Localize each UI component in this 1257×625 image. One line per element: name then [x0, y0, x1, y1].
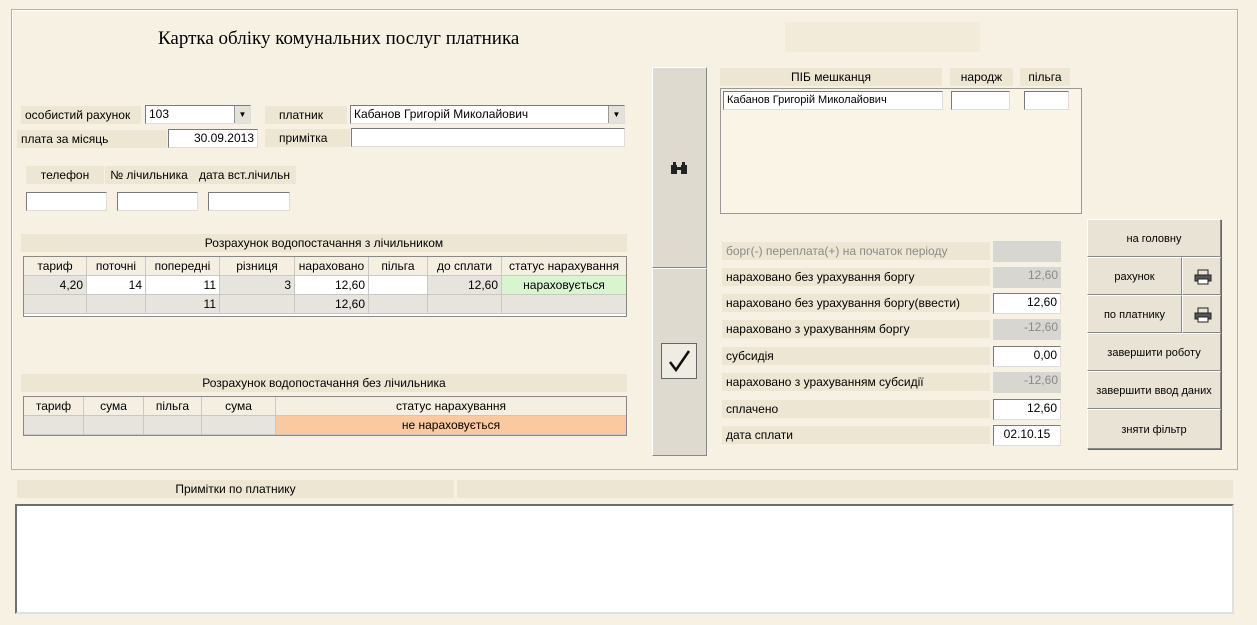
payer-notes-label: Примітки по платнику [17, 480, 454, 498]
charged-no-debt-input[interactable]: 12,60 [993, 293, 1061, 314]
cell-sum[interactable] [202, 416, 276, 435]
col-to-pay: до сплати [428, 257, 502, 276]
metered-table: тариф поточні попередні різниця нарахова… [23, 256, 627, 317]
col-tariff: тариф [24, 257, 87, 276]
total-charged: 12,60 [295, 295, 369, 314]
total-cell [369, 295, 428, 314]
total-cell [24, 295, 87, 314]
col-benefit: пільга [369, 257, 428, 276]
finish-input-button[interactable]: завершити ввод даних [1087, 371, 1221, 409]
cell-difference[interactable]: 3 [220, 276, 295, 295]
search-button[interactable] [652, 67, 707, 268]
cell-previous[interactable]: 11 [146, 276, 220, 295]
subsidy-field[interactable]: 0,00 [993, 346, 1061, 367]
col-benefit: пільга [144, 397, 202, 416]
month-label: плата за місяць [17, 130, 167, 148]
print-invoice-button[interactable] [1182, 257, 1221, 295]
home-button[interactable]: на головну [1087, 219, 1221, 257]
total-previous: 11 [146, 295, 220, 314]
col-status: статус нарахування [502, 257, 626, 276]
charged-no-debt-label: нараховано без урахування боргу [722, 268, 990, 286]
meter-number-label: № лічильника [105, 166, 193, 184]
pay-date-field[interactable]: 02.10.15 [993, 425, 1061, 446]
cell-sum[interactable] [84, 416, 144, 435]
meter-number-field[interactable] [117, 192, 198, 211]
payer-value: Кабанов Григорій Миколайович [354, 107, 529, 121]
cell-benefit[interactable] [144, 416, 202, 435]
paid-field[interactable]: 12,60 [993, 399, 1061, 420]
binoculars-icon [670, 161, 688, 178]
col-status: статус нарахування [276, 397, 626, 416]
account-combo[interactable]: 103 ▼ [145, 105, 251, 124]
page-title: Картка обліку комунальних послуг платник… [158, 28, 520, 49]
install-date-field[interactable] [208, 192, 290, 211]
payer-notes-textarea[interactable] [15, 504, 1234, 614]
charged-no-debt-input-label: нараховано без урахування боргу(ввести) [722, 294, 990, 312]
col-difference: різниця [220, 257, 295, 276]
month-field[interactable]: 30.09.2013 [168, 129, 258, 148]
charged-with-subsidy-field: -12,60 [993, 372, 1061, 393]
pay-date-label: дата сплати [722, 426, 990, 444]
phone-field[interactable] [26, 192, 107, 211]
total-cell [428, 295, 502, 314]
resident-name[interactable]: Кабанов Григорій Миколайович [723, 91, 943, 110]
invoice-button[interactable]: рахунок [1087, 257, 1182, 295]
printer-icon [1194, 269, 1212, 288]
resident-benefit[interactable] [1024, 91, 1069, 110]
col-previous: попередні [146, 257, 220, 276]
note-field[interactable] [351, 128, 625, 147]
cell-benefit[interactable] [369, 276, 428, 295]
resident-birth-header: народж [950, 68, 1013, 86]
by-payer-button[interactable]: по платнику [1087, 295, 1182, 333]
faded-header-area [785, 22, 980, 52]
cell-tariff[interactable] [24, 416, 84, 435]
note-label: примітка [265, 129, 350, 147]
cell-charged[interactable]: 12,60 [295, 276, 369, 295]
chevron-down-icon[interactable]: ▼ [608, 106, 624, 123]
resident-birth[interactable] [951, 91, 1010, 110]
unmetered-table: тариф сума пільга сума статус нарахуванн… [23, 396, 627, 436]
account-value: 103 [149, 107, 170, 121]
account-label: особистий рахунок [21, 106, 141, 124]
charged-with-debt-label: нараховано з урахуванням боргу [722, 320, 990, 338]
cell-to-pay[interactable]: 12,60 [428, 276, 502, 295]
col-current: поточні [87, 257, 146, 276]
install-date-label: дата вст.лічильн [193, 166, 296, 184]
printer-icon [1194, 307, 1212, 326]
payer-label: платник [265, 106, 347, 124]
total-cell [220, 295, 295, 314]
resident-name-header: ПІБ мешканця [720, 68, 942, 86]
col-sum: сума [84, 397, 144, 416]
metered-section-title: Розрахунок водопостачання з лічильником [21, 234, 627, 252]
cell-tariff[interactable]: 4,20 [24, 276, 87, 295]
cell-current[interactable]: 14 [87, 276, 146, 295]
debt-label: борг(-) переплата(+) на початок періоду [722, 242, 990, 260]
cell-status-inactive[interactable]: не нараховується [276, 416, 626, 435]
finish-work-button[interactable]: завершити роботу [1087, 333, 1221, 371]
debt-field [993, 241, 1061, 262]
col-tariff: тариф [24, 397, 84, 416]
residents-list[interactable]: Кабанов Григорій Миколайович [720, 88, 1082, 214]
col-charged: нараховано [295, 257, 369, 276]
resident-benefit-header: пільга [1020, 68, 1070, 86]
phone-label: телефон [26, 166, 104, 184]
unmetered-section-title: Розрахунок водопостачання без лічильника [21, 374, 627, 392]
payer-combo[interactable]: Кабанов Григорій Миколайович ▼ [350, 105, 625, 124]
confirm-button[interactable] [652, 268, 707, 456]
charged-no-debt-field: 12,60 [993, 267, 1061, 288]
col-sum: сума [202, 397, 276, 416]
payer-notes-header-filler [457, 480, 1233, 498]
charged-with-subsidy-label: нараховано з урахуванням субсидії [722, 373, 990, 391]
chevron-down-icon[interactable]: ▼ [234, 106, 250, 123]
remove-filter-button[interactable]: зняти фільтр [1087, 409, 1221, 449]
total-cell [87, 295, 146, 314]
checkmark-icon [661, 343, 697, 379]
total-cell [502, 295, 626, 314]
paid-label: сплачено [722, 400, 990, 418]
print-by-payer-button[interactable] [1182, 295, 1221, 333]
charged-with-debt-field: -12,60 [993, 319, 1061, 340]
subsidy-label: субсидія [722, 347, 990, 365]
cell-status-active[interactable]: нараховується [502, 276, 626, 295]
